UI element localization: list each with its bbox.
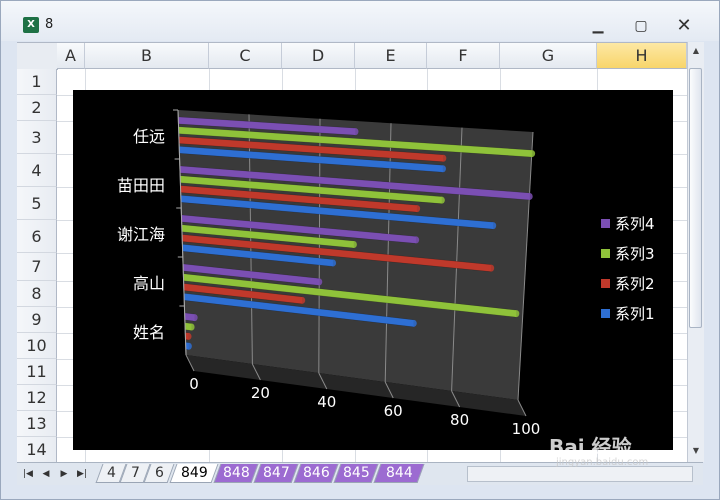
column-header-d[interactable]: D <box>282 43 355 69</box>
column-header-h[interactable]: H <box>597 43 687 69</box>
bar-cap <box>490 222 497 230</box>
excel-window: X 8 ▁ ▢ ✕ A B C D E F G H 1 2 3 4 5 6 7 … <box>0 0 720 500</box>
window-title: 8 <box>45 17 54 32</box>
watermark-url: jingyan.baidu.com <box>556 457 649 468</box>
horizontal-scrollbar[interactable] <box>467 466 693 482</box>
first-sheet-icon[interactable]: |◀ <box>21 466 35 482</box>
sheet-tab-label: 4 <box>106 465 116 481</box>
sheet-tab-849[interactable]: 849 <box>169 464 219 483</box>
next-sheet-icon[interactable]: ▶ <box>57 466 71 482</box>
title-bar: X 8 ▁ ▢ ✕ <box>1 1 719 41</box>
close-button[interactable]: ✕ <box>672 15 696 37</box>
last-sheet-icon[interactable]: ▶| <box>75 466 89 482</box>
legend-label: 系列2 <box>615 275 655 293</box>
bar-cap <box>414 205 421 213</box>
column-header-f[interactable]: F <box>427 43 500 69</box>
row-header-11[interactable]: 11 <box>17 359 57 385</box>
bar-cap <box>410 319 417 327</box>
row-header-1[interactable]: 1 <box>17 69 57 95</box>
bar-cap <box>350 240 357 248</box>
sheet-tab-label: 844 <box>385 465 413 481</box>
row-header-8[interactable]: 8 <box>17 281 57 307</box>
sheet-tab-label: 849 <box>180 465 208 481</box>
legend-swatch <box>601 309 610 318</box>
watermark-logo: Bai 经验 <box>549 435 632 459</box>
sheet-tab-label: 847 <box>262 465 290 481</box>
bar-cap <box>330 259 337 267</box>
legend-label: 系列1 <box>615 305 655 323</box>
column-header-g[interactable]: G <box>500 43 597 69</box>
y-category-label: 谢江海 <box>117 225 165 244</box>
legend-swatch <box>601 249 610 258</box>
bar-cap <box>440 154 447 162</box>
sheet-tab-label: 6 <box>154 465 164 481</box>
row-header-6[interactable]: 6 <box>17 220 57 253</box>
legend-label: 系列4 <box>615 215 655 233</box>
x-tick-label: 100 <box>512 420 541 438</box>
bar-cap <box>413 236 420 244</box>
sheet-tab-846[interactable]: 846 <box>293 464 339 483</box>
x-tick-label: 0 <box>189 375 199 393</box>
bar-cap <box>439 165 446 173</box>
sheet-tab-label: 7 <box>130 465 140 481</box>
row-header-12[interactable]: 12 <box>17 385 57 411</box>
sheet-tab-label: 848 <box>222 465 250 481</box>
column-header-b[interactable]: B <box>85 43 209 69</box>
bar-cap <box>526 192 533 200</box>
column-header-c[interactable]: C <box>209 43 282 69</box>
bar-cap <box>488 264 495 272</box>
y-category-label: 苗田田 <box>117 176 165 195</box>
bar-cap <box>316 278 323 286</box>
y-category-label: 高山 <box>133 274 165 293</box>
bar-chart[interactable]: 0 20 40 60 80 100 姓名 高山 谢江海 苗田田 任远系列4 系列3 系列2 系列1 <box>73 90 673 450</box>
maximize-button[interactable]: ▢ <box>629 15 653 37</box>
row-header-14[interactable]: 14 <box>17 437 57 463</box>
bar-cap <box>185 342 192 350</box>
sheet-tab-847[interactable]: 847 <box>253 464 299 483</box>
prev-sheet-icon[interactable]: ◀ <box>39 466 53 482</box>
row-header-2[interactable]: 2 <box>17 95 57 121</box>
sheet-tab-848[interactable]: 848 <box>213 464 259 483</box>
minimize-button[interactable]: ▁ <box>586 15 610 37</box>
bar-cap <box>185 332 192 340</box>
bar-cap <box>529 150 536 158</box>
legend-swatch <box>601 279 610 288</box>
bar-cap <box>513 310 520 318</box>
row-header-4[interactable]: 4 <box>17 154 57 187</box>
row-header-5[interactable]: 5 <box>17 187 57 220</box>
sheet-tab-label: 846 <box>302 465 330 481</box>
row-header-9[interactable]: 9 <box>17 307 57 333</box>
row-header-3[interactable]: 3 <box>17 121 57 154</box>
bar-cap <box>352 128 359 136</box>
column-header-e[interactable]: E <box>355 43 427 69</box>
bar-cap <box>188 323 195 331</box>
scroll-down-arrow[interactable]: ▼ <box>690 444 702 458</box>
y-category-label: 任远 <box>133 127 165 146</box>
chart-canvas: 0 20 40 60 80 100 姓名 高山 谢江海 苗田田 任远系列4 系列3 系列2 系列1 <box>117 109 655 438</box>
select-all-corner[interactable] <box>17 43 58 70</box>
y-category-label: 姓名 <box>133 323 165 342</box>
scroll-up-arrow[interactable]: ▲ <box>690 44 702 58</box>
sheet-tab-label: 845 <box>342 465 370 481</box>
x-tick-label: 80 <box>450 411 469 429</box>
row-header-7[interactable]: 7 <box>17 253 57 281</box>
row-header-13[interactable]: 13 <box>17 411 57 437</box>
x-tick-label: 60 <box>384 402 403 420</box>
vertical-scroll-thumb[interactable] <box>689 68 702 328</box>
row-header-10[interactable]: 10 <box>17 333 57 359</box>
x-tick-label: 40 <box>317 393 336 411</box>
x-tick-label: 20 <box>251 384 270 402</box>
sheet-tab-844[interactable]: 844 <box>373 464 425 483</box>
bar-cap <box>191 314 198 322</box>
bar-cap <box>438 196 445 204</box>
legend-label: 系列3 <box>615 245 655 263</box>
sheet-tab-845[interactable]: 845 <box>333 464 379 483</box>
bar-cap <box>299 296 306 304</box>
spreadsheet-grid[interactable]: A B C D E F G H 1 2 3 4 5 6 7 8 9 10 11 … <box>17 42 687 463</box>
column-header-a[interactable]: A <box>57 43 85 69</box>
excel-icon: X <box>23 17 39 33</box>
legend-swatch <box>601 219 610 228</box>
vertical-scrollbar[interactable]: ▲ ▼ <box>687 42 704 462</box>
